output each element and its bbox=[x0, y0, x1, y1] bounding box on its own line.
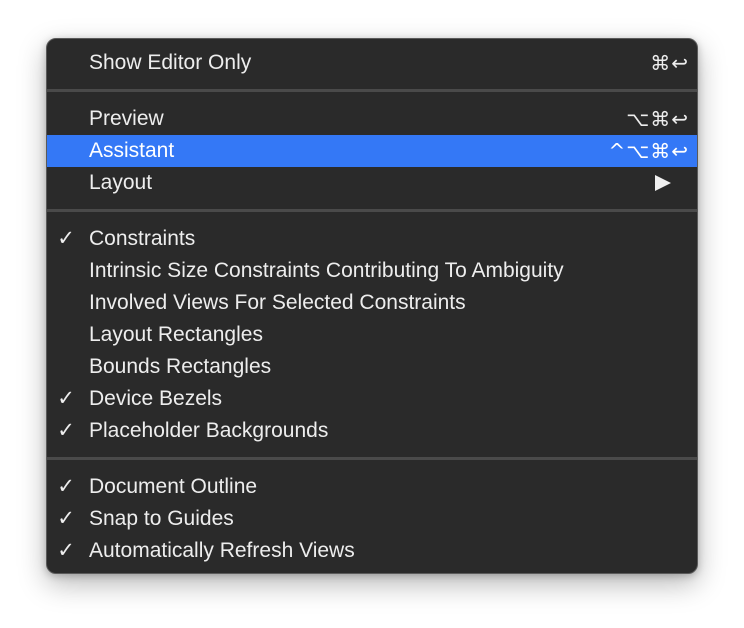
menu-item-label: Document Outline bbox=[89, 475, 258, 498]
submenu-arrow-icon bbox=[655, 175, 671, 191]
checkmark-icon: ✓ bbox=[57, 419, 75, 442]
menu-item-label: Assistant bbox=[89, 139, 175, 162]
menu-item-document-outline[interactable]: ✓ Document Outline bbox=[47, 471, 697, 503]
keyboard-shortcut: ^⌥⌘↩ bbox=[608, 139, 689, 163]
checkmark-icon: ✓ bbox=[57, 387, 75, 410]
menu-item-preview[interactable]: Preview ⌥⌘↩ bbox=[47, 103, 697, 135]
menu-separator bbox=[47, 457, 697, 460]
checkmark-icon: ✓ bbox=[57, 507, 75, 530]
menu-item-involved-views[interactable]: Involved Views For Selected Constraints bbox=[47, 287, 697, 319]
menu-item-label: Placeholder Backgrounds bbox=[89, 419, 329, 442]
menu-item-automatically-refresh-views[interactable]: ✓ Automatically Refresh Views bbox=[47, 535, 697, 567]
menu-item-constraints[interactable]: ✓ Constraints bbox=[47, 223, 697, 255]
menu-item-label: Bounds Rectangles bbox=[89, 355, 272, 378]
menu-item-label: Constraints bbox=[89, 227, 196, 250]
menu-item-assistant[interactable]: Assistant ^⌥⌘↩ bbox=[47, 135, 697, 167]
checkmark-icon: ✓ bbox=[57, 475, 75, 498]
menu-item-label: Show Editor Only bbox=[89, 51, 252, 74]
keyboard-shortcut: ⌘↩ bbox=[650, 51, 689, 75]
menu-separator bbox=[47, 89, 697, 92]
menu-item-label: Involved Views For Selected Constraints bbox=[89, 291, 466, 314]
keyboard-shortcut: ⌥⌘↩ bbox=[626, 107, 689, 131]
menu-separator bbox=[47, 209, 697, 212]
menu-item-layout[interactable]: Layout bbox=[47, 167, 697, 199]
menu-item-snap-to-guides[interactable]: ✓ Snap to Guides bbox=[47, 503, 697, 535]
menu-item-device-bezels[interactable]: ✓ Device Bezels bbox=[47, 383, 697, 415]
view-context-menu: Show Editor Only ⌘↩ Preview ⌥⌘↩ Assistan… bbox=[46, 38, 698, 574]
checkmark-icon: ✓ bbox=[57, 539, 75, 562]
menu-item-show-editor-only[interactable]: Show Editor Only ⌘↩ bbox=[47, 47, 697, 79]
menu-item-intrinsic-size-constraints[interactable]: Intrinsic Size Constraints Contributing … bbox=[47, 255, 697, 287]
checkmark-icon: ✓ bbox=[57, 227, 75, 250]
menu-item-placeholder-backgrounds[interactable]: ✓ Placeholder Backgrounds bbox=[47, 415, 697, 447]
menu-item-label: Automatically Refresh Views bbox=[89, 539, 355, 562]
menu-item-label: Device Bezels bbox=[89, 387, 223, 410]
menu-item-bounds-rectangles[interactable]: Bounds Rectangles bbox=[47, 351, 697, 383]
menu-item-label: Preview bbox=[89, 107, 164, 130]
menu-item-layout-rectangles[interactable]: Layout Rectangles bbox=[47, 319, 697, 351]
menu-item-label: Layout Rectangles bbox=[89, 323, 263, 346]
menu-item-label: Intrinsic Size Constraints Contributing … bbox=[89, 259, 564, 282]
menu-item-label: Layout bbox=[89, 171, 153, 194]
menu-item-label: Snap to Guides bbox=[89, 507, 234, 530]
